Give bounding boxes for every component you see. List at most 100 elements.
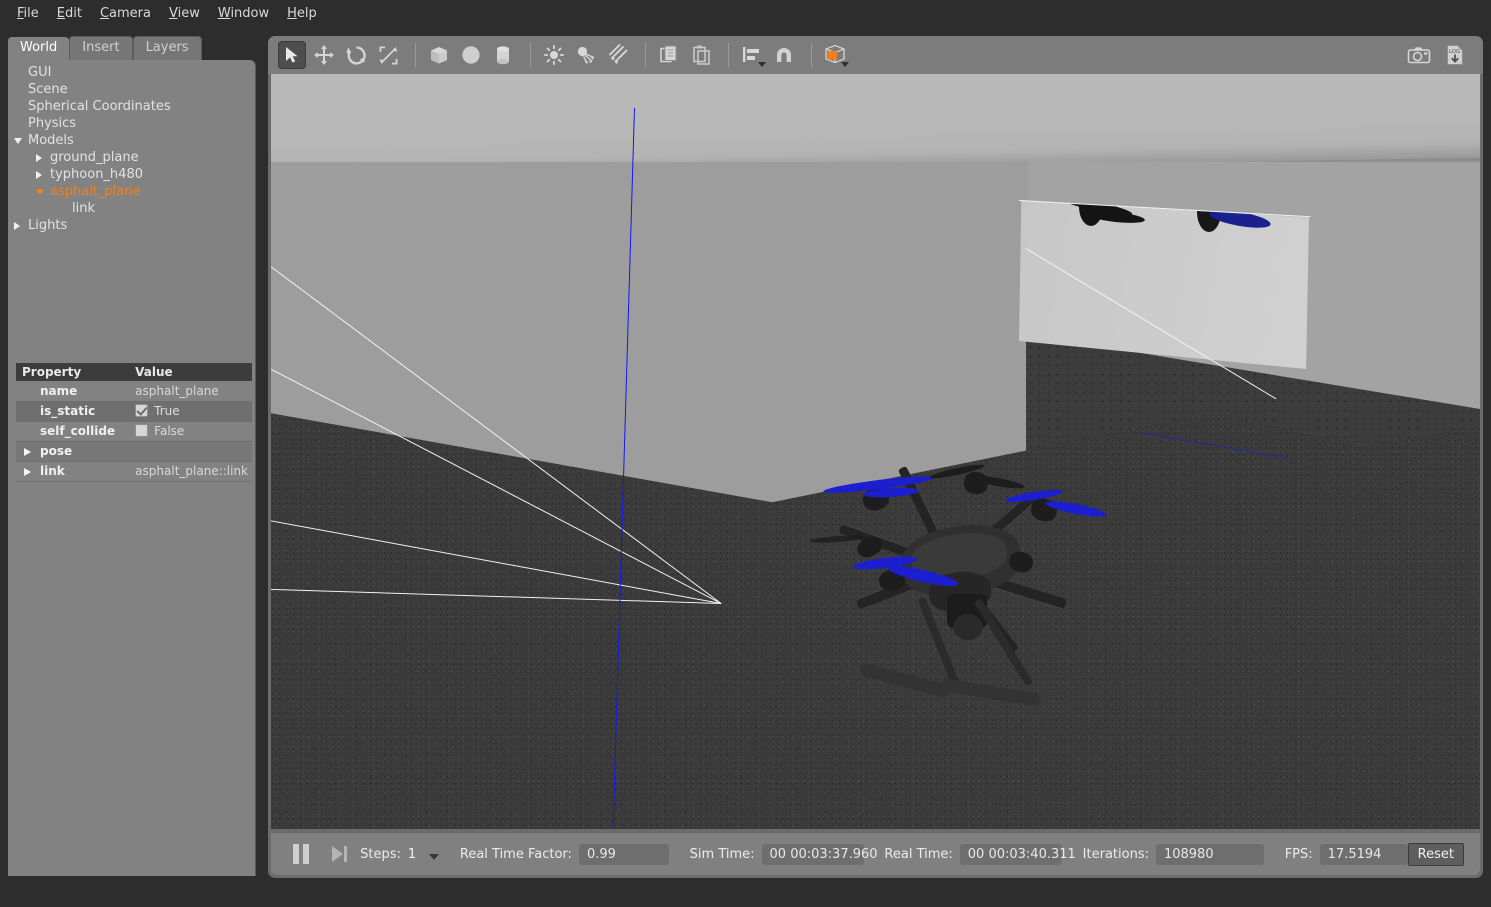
insert-sphere-button[interactable] bbox=[457, 41, 485, 69]
log-record-button[interactable]: LOG bbox=[1441, 41, 1469, 69]
steps-label: Steps: bbox=[360, 847, 401, 862]
copy-icon bbox=[658, 44, 680, 66]
menu-file[interactable]: File bbox=[8, 3, 48, 24]
property-name: name bbox=[16, 381, 129, 401]
insert-directional-light-button[interactable] bbox=[604, 41, 632, 69]
menu-help[interactable]: Help bbox=[278, 3, 326, 24]
world-panel-body: GUISceneSpherical CoordinatesPhysicsMode… bbox=[8, 60, 256, 876]
insert-spot-light-button[interactable] bbox=[572, 41, 600, 69]
property-checkbox[interactable] bbox=[135, 404, 148, 417]
left-panel: World Insert Layers GUISceneSpherical Co… bbox=[8, 36, 264, 878]
tab-insert[interactable]: Insert bbox=[69, 36, 132, 60]
column-header-value: Value bbox=[129, 363, 252, 381]
property-expand-icon[interactable] bbox=[24, 468, 31, 476]
tree-item-typhoon-h480[interactable]: typhoon_h480 bbox=[8, 166, 256, 183]
column-header-property: Property bbox=[16, 363, 129, 381]
tree-toggle-collapsed-icon[interactable] bbox=[36, 154, 42, 162]
tree-item-link[interactable]: link bbox=[8, 200, 256, 217]
view-angle-dropdown-caret[interactable] bbox=[841, 62, 849, 67]
tab-layers[interactable]: Layers bbox=[133, 36, 202, 60]
real-time-factor-label: Real Time Factor: bbox=[460, 847, 572, 862]
tree-item-label: ground_plane bbox=[50, 149, 139, 166]
status-bar: Steps: 1 Real Time Factor: 0.99 Sim Time… bbox=[271, 833, 1480, 875]
tree-item-models[interactable]: Models bbox=[8, 132, 256, 149]
menu-accelerator: H bbox=[287, 6, 297, 21]
tree-toggle-collapsed-icon[interactable] bbox=[36, 171, 42, 179]
property-expand-icon[interactable] bbox=[24, 448, 31, 456]
tree-item-scene[interactable]: Scene bbox=[8, 81, 256, 98]
tree-item-gui[interactable]: GUI bbox=[8, 64, 256, 81]
drone-camera bbox=[953, 614, 983, 640]
insert-box-button[interactable] bbox=[425, 41, 453, 69]
tree-toggle-expanded-icon[interactable] bbox=[36, 189, 44, 195]
menu-camera[interactable]: Camera bbox=[91, 3, 160, 24]
property-row-self_collide[interactable]: self_collide False bbox=[16, 421, 252, 441]
property-checkbox[interactable] bbox=[135, 424, 148, 437]
tree-item-label: Lights bbox=[28, 217, 67, 234]
move-arrows-icon bbox=[313, 44, 335, 66]
panel-tab-strip: World Insert Layers bbox=[8, 36, 202, 60]
selection-mode-button[interactable] bbox=[278, 41, 306, 69]
tree-item-physics[interactable]: Physics bbox=[8, 115, 256, 132]
property-value-label: asphalt_plane bbox=[135, 384, 219, 398]
step-button[interactable] bbox=[331, 844, 349, 864]
tree-toggle-collapsed-icon[interactable] bbox=[14, 222, 20, 230]
fps-value: 17.5194 bbox=[1320, 844, 1408, 865]
tree-item-label: Spherical Coordinates bbox=[28, 98, 171, 115]
view-angle-button[interactable] bbox=[821, 41, 849, 69]
pause-button[interactable] bbox=[293, 844, 311, 864]
real-time-factor-value: 0.99 bbox=[579, 844, 669, 865]
3d-viewport[interactable] bbox=[271, 74, 1480, 829]
property-value[interactable]: False bbox=[129, 421, 252, 441]
real-time-value: 00 00:03:40.311 bbox=[960, 844, 1062, 865]
drone-typhoon-h480[interactable] bbox=[801, 464, 1131, 694]
property-value bbox=[129, 441, 252, 461]
toolbar-separator-1 bbox=[415, 43, 416, 67]
screenshot-button[interactable] bbox=[1405, 41, 1433, 69]
tab-world[interactable]: World bbox=[8, 37, 69, 60]
property-table-header: Property Value bbox=[16, 363, 252, 381]
copy-button[interactable] bbox=[655, 41, 683, 69]
property-row-pose[interactable]: pose bbox=[16, 441, 252, 461]
property-value[interactable]: True bbox=[129, 401, 252, 421]
align-dropdown-caret[interactable] bbox=[758, 62, 766, 67]
render-area: LOG bbox=[268, 36, 1483, 878]
toolbar-separator-5 bbox=[811, 43, 812, 67]
property-value[interactable]: asphalt_plane bbox=[129, 381, 252, 401]
paste-button[interactable] bbox=[687, 41, 715, 69]
directional-light-icon bbox=[607, 44, 629, 66]
property-value[interactable]: asphalt_plane::link bbox=[129, 461, 252, 481]
property-row-link[interactable]: linkasphalt_plane::link bbox=[16, 461, 252, 481]
box-icon bbox=[428, 44, 450, 66]
tree-item-lights[interactable]: Lights bbox=[8, 217, 256, 234]
property-table: Property Value name asphalt_plane is_stati… bbox=[16, 363, 252, 482]
rotate-mode-button[interactable] bbox=[342, 41, 370, 69]
property-row-is_static[interactable]: is_static True bbox=[16, 401, 252, 421]
menu-edit[interactable]: Edit bbox=[48, 3, 91, 24]
tree-item-spherical-coordinates[interactable]: Spherical Coordinates bbox=[8, 98, 256, 115]
scale-mode-button[interactable] bbox=[374, 41, 402, 69]
tree-item-label: asphalt_plane bbox=[50, 183, 140, 200]
translate-mode-button[interactable] bbox=[310, 41, 338, 69]
insert-point-light-button[interactable] bbox=[540, 41, 568, 69]
tree-item-asphalt-plane[interactable]: asphalt_plane bbox=[8, 183, 256, 200]
align-button[interactable] bbox=[738, 41, 766, 69]
property-name-label: name bbox=[40, 384, 77, 398]
reset-button[interactable]: Reset bbox=[1408, 843, 1464, 866]
property-row-name[interactable]: name asphalt_plane bbox=[16, 381, 252, 401]
tree-item-label: GUI bbox=[28, 64, 51, 81]
menu-view[interactable]: View bbox=[160, 3, 209, 24]
property-name-label: pose bbox=[40, 444, 72, 458]
snap-button[interactable] bbox=[770, 41, 798, 69]
property-name: link bbox=[16, 461, 129, 481]
tree-toggle-expanded-icon[interactable] bbox=[14, 138, 22, 144]
property-name-label: is_static bbox=[40, 404, 95, 418]
insert-cylinder-button[interactable] bbox=[489, 41, 517, 69]
steps-dropdown-caret[interactable] bbox=[429, 854, 439, 860]
menu-accelerator: V bbox=[169, 6, 178, 21]
property-name-label: self_collide bbox=[40, 424, 115, 438]
tree-item-ground-plane[interactable]: ground_plane bbox=[8, 149, 256, 166]
menu-window[interactable]: Window bbox=[209, 3, 278, 24]
drone-foot-left bbox=[859, 662, 951, 698]
rotate-icon bbox=[346, 45, 367, 66]
